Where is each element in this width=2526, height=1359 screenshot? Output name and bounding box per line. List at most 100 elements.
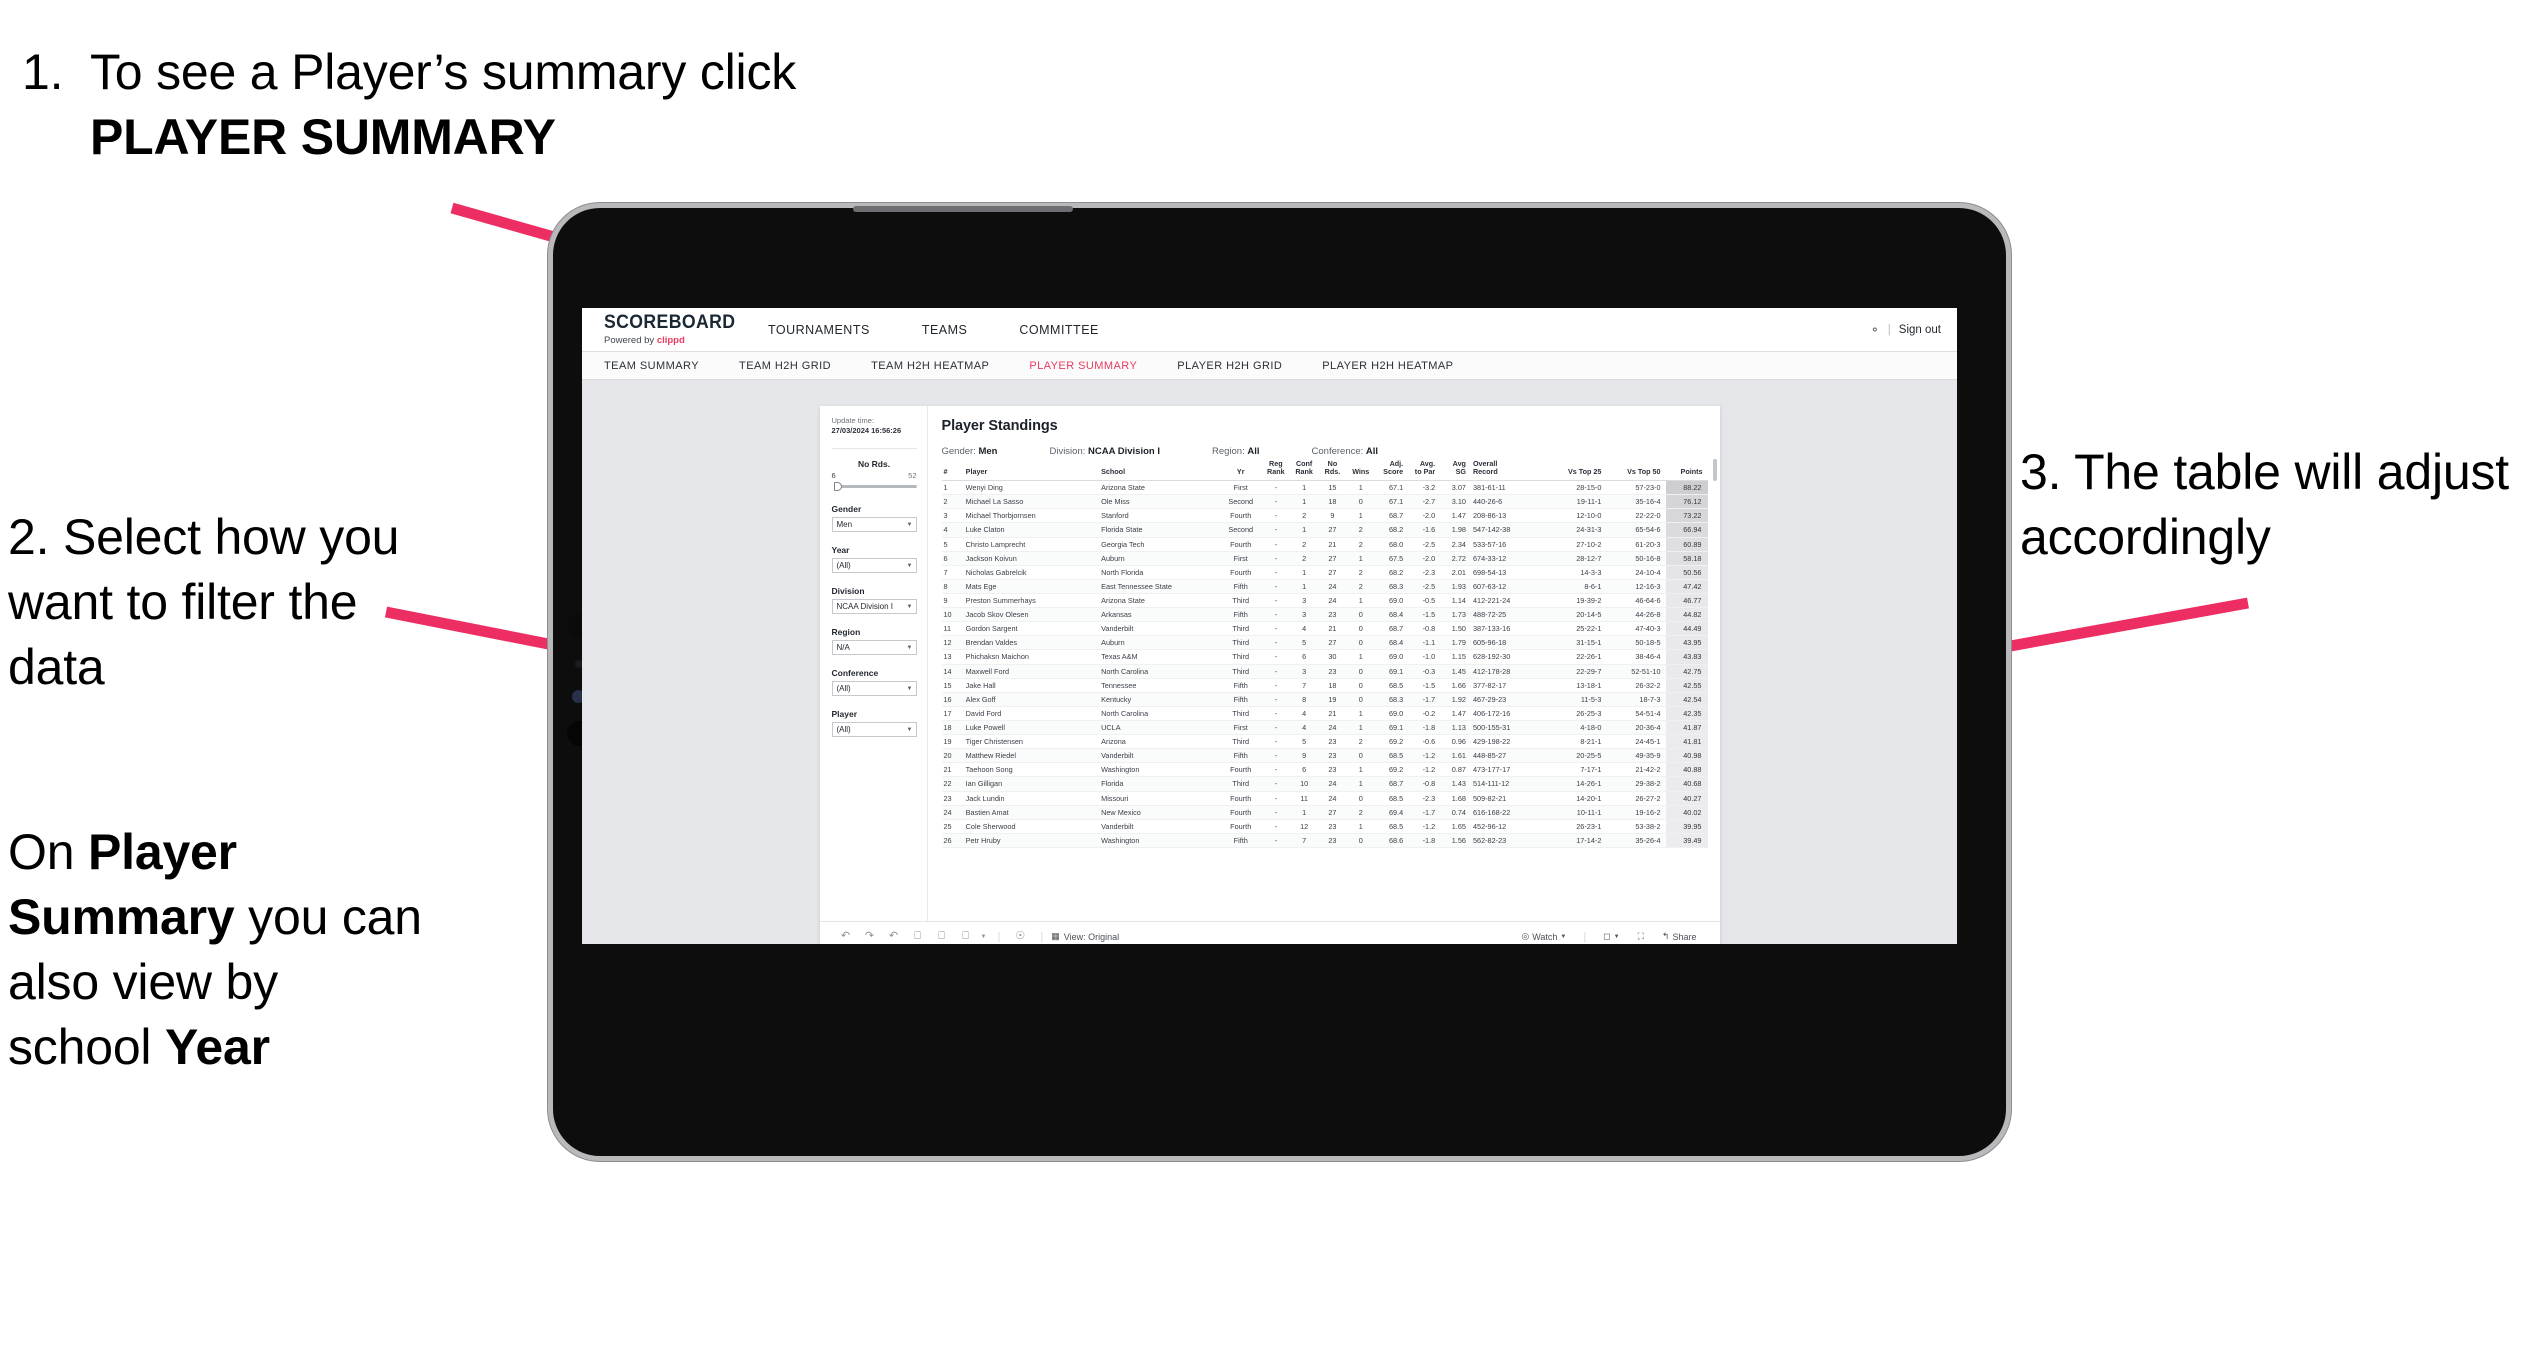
table-row[interactable]: 10 Jacob Skov Olesen Arkansas Fifth -3 23 0 68.… (941, 607, 1708, 623)
filter-year-select[interactable]: (All) ▼ (831, 558, 917, 574)
cell-no-rds: 21 (1318, 621, 1347, 637)
fullscreen-button[interactable]: ⛶ (1629, 931, 1653, 942)
table-row[interactable]: 16 Alex Goff Kentucky Fifth -8 19 0 68.3 -1.7 1.9… (941, 692, 1708, 707)
cell-player: Ian Gilligan (963, 776, 1100, 792)
table-row[interactable]: 19 Tiger Christensen Arizona Third -5 23 2 69.2… (941, 734, 1708, 750)
filter-division-select[interactable]: NCAA Division I ▼ (831, 599, 917, 615)
redo-icon[interactable]: ↷ (858, 931, 882, 942)
table-row[interactable]: 8 Mats Ege East Tennessee State Fifth -1 24 2 6… (941, 579, 1708, 595)
slider-handle[interactable] (833, 482, 842, 492)
cell-avg-sg: 1.56 (1440, 833, 1471, 848)
column-header-points[interactable]: Points (1665, 457, 1708, 482)
cell-vs-top-50: 24-45-1 (1606, 734, 1666, 750)
top-nav-tournaments[interactable]: TOURNAMENTS (742, 323, 896, 337)
table-row[interactable]: 2 Michael La Sasso Ole Miss Second -1 18 0 67.1… (941, 494, 1708, 510)
table-row[interactable]: 25 Cole Sherwood Vanderbilt Fourth -12 23 1 68.… (941, 819, 1708, 834)
cell-conf-rank: 10 (1289, 776, 1319, 792)
filter-gender-select[interactable]: Men ▼ (831, 517, 917, 533)
standings-table-scroll[interactable]: # Player School Yr Reg Rank Conf Rank No Rds. Wins… (928, 457, 1720, 921)
cell-reg-rank: - (1261, 508, 1290, 524)
app-logo[interactable]: SCOREBOARD Powered by clippd (582, 313, 742, 346)
vertical-scrollbar[interactable] (1712, 459, 1717, 481)
watch-button[interactable]: ◎ Watch ▼ (1512, 931, 1575, 942)
cell-overall-record: 412-221-24 (1470, 593, 1548, 609)
share-button[interactable]: ↰ Share (1653, 931, 1706, 942)
filter-conference-select[interactable]: (All) ▼ (831, 681, 917, 697)
table-row[interactable]: 20 Matthew Riedel Vanderbilt Fifth -9 23 0 68.5… (941, 748, 1708, 764)
column-header-conf-rank[interactable]: Conf Rank (1289, 457, 1319, 482)
table-row[interactable]: 6 Jackson Koivun Auburn First -2 27 1 67.5 -2.0 2… (941, 551, 1708, 566)
table-row[interactable]: 1 Wenyi Ding Arizona State First -1 15 1 67.1 -3… (941, 480, 1708, 496)
help-icon[interactable]: ☉ (1008, 931, 1032, 942)
pause-icon[interactable]: ⎕ (930, 931, 954, 942)
column-header-avg-sg[interactable]: Avg SG (1440, 457, 1471, 482)
filter-region-select[interactable]: N/A ▼ (831, 640, 917, 656)
column-header-avg-to-par[interactable]: Avg. to Par (1408, 457, 1441, 482)
reset-icon[interactable]: ⎕ (954, 931, 978, 942)
table-row[interactable]: 13 Phichaksn Maichon Texas A&M Third -6 30 1 69… (941, 649, 1708, 665)
cell-vs-top-25: 26-23-1 (1547, 819, 1607, 834)
table-row[interactable]: 12 Brendan Valdes Auburn Third -5 27 0 68.4 -1.1… (941, 635, 1708, 651)
table-row[interactable]: 24 Bastien Amat New Mexico Fourth -1 27 2 69.4-… (941, 805, 1708, 820)
slider-min-value: 6 (831, 471, 836, 481)
table-row[interactable]: 26 Petr Hruby Washington Fifth -7 23 0 68.6 -1.8… (941, 833, 1708, 848)
column-header-overall-record[interactable]: Overall Record (1470, 457, 1548, 482)
cell-vs-top-25: 14-3-3 (1547, 565, 1607, 580)
table-row[interactable]: 21 Taehoon Song Washington Fourth -6 23 1 69.2-… (941, 762, 1708, 778)
cell-no-rds: 24 (1318, 720, 1347, 736)
account-icon[interactable]: ⚬ (1870, 323, 1880, 337)
meta-gender-value: Men (978, 446, 998, 457)
table-row[interactable]: 3 Michael Thorbjornsen Stanford Fourth -2 9 1 6… (941, 508, 1708, 524)
column-header-reg-rank[interactable]: Reg Rank (1261, 457, 1290, 482)
table-row[interactable]: 9 Preston Summerhays Arizona State Third -3 2… (941, 593, 1708, 609)
table-row[interactable]: 15 Jake Hall Tennessee Fifth -7 18 0 68.5 -1.5 1.… (941, 678, 1708, 693)
column-header-[interactable]: # (941, 457, 964, 482)
filter-player-select[interactable]: (All) ▼ (831, 722, 917, 738)
cell-points: 42.75 (1665, 664, 1708, 679)
filter-no-rounds[interactable]: No Rds. 6 52 (831, 459, 917, 492)
no-rounds-slider[interactable] (832, 482, 917, 492)
cell-vs-top-50: 24-10-4 (1606, 565, 1666, 580)
column-header-vs-top-25[interactable]: Vs Top 25 (1547, 457, 1607, 482)
revert-icon[interactable]: ↶ (882, 931, 906, 942)
caret-down-icon[interactable]: ▼ (978, 934, 990, 940)
annotation-step-2-text: 2. Select how you want to filter the dat… (8, 509, 400, 695)
tab-player-h2h-grid[interactable]: PLAYER H2H GRID (1177, 360, 1282, 372)
column-header-school[interactable]: School (1099, 457, 1220, 482)
tab-team-h2h-grid[interactable]: TEAM H2H GRID (739, 360, 831, 372)
table-row[interactable]: 4 Luke Claton Florida State Second -1 27 2 68.2… (941, 522, 1708, 538)
tab-player-summary[interactable]: PLAYER SUMMARY (1029, 360, 1137, 372)
watch-icon: ◎ (1521, 931, 1530, 941)
column-header-vs-top-50[interactable]: Vs Top 50 (1606, 457, 1666, 482)
cell-player: David Ford (963, 706, 1100, 721)
table-row[interactable]: 17 David Ford North Carolina Third -4 21 1 69.0… (941, 706, 1708, 721)
download-button[interactable]: ◻ ▼ (1594, 931, 1628, 942)
column-header-yr[interactable]: Yr (1219, 457, 1262, 482)
undo-icon[interactable]: ↶ (834, 931, 858, 942)
cell-vs-top-50: 21-42-2 (1606, 762, 1666, 778)
top-nav-teams[interactable]: TEAMS (896, 323, 994, 337)
table-row[interactable]: 18 Luke Powell UCLA First -4 24 1 69.1 -1.8 1.13 5… (941, 720, 1708, 736)
table-row[interactable]: 7 Nicholas Gabrelcik North Florida Fourth -1… (941, 565, 1708, 580)
column-header-adj-score[interactable]: Adj. Score (1374, 457, 1409, 482)
table-row[interactable]: 23 Jack Lundin Missouri Fourth -11 24 0 68.5 -2.… (941, 791, 1708, 806)
column-header-wins[interactable]: Wins (1346, 457, 1375, 482)
tab-team-h2h-heatmap[interactable]: TEAM H2H HEATMAP (871, 360, 989, 372)
table-row[interactable]: 22 Ian Gilligan Florida Third -10 24 1 68.7 -0.8… (941, 776, 1708, 792)
tab-player-h2h-heatmap[interactable]: PLAYER H2H HEATMAP (1322, 360, 1453, 372)
table-row[interactable]: 14 Maxwell Ford North Carolina Third -3 23 0 69… (941, 664, 1708, 679)
update-time-value: 27/03/2024 16:56:26 (831, 426, 902, 436)
cell-avg-sg: 1.47 (1440, 508, 1471, 524)
view-original-button[interactable]: ▦ View: Original (1051, 931, 1119, 942)
tab-team-summary[interactable]: TEAM SUMMARY (604, 360, 699, 372)
table-row[interactable]: 5 Christo Lamprecht Georgia Tech Fourth -2 21… (941, 537, 1708, 552)
cell-avg-to-par: -2.0 (1408, 551, 1441, 566)
filter-year-value: (All) (836, 561, 851, 571)
table-row[interactable]: 11 Gordon Sargent Vanderbilt Third -4 21 0 68.7… (941, 621, 1708, 637)
column-header-player[interactable]: Player (963, 457, 1100, 482)
sign-out-link[interactable]: Sign out (1899, 324, 1941, 336)
share-label: Share (1672, 931, 1697, 942)
top-nav-committee[interactable]: COMMITTEE (993, 323, 1125, 337)
column-header-no-rds[interactable]: No Rds. (1318, 457, 1347, 482)
refresh-icon[interactable]: ⎕ (906, 931, 930, 942)
